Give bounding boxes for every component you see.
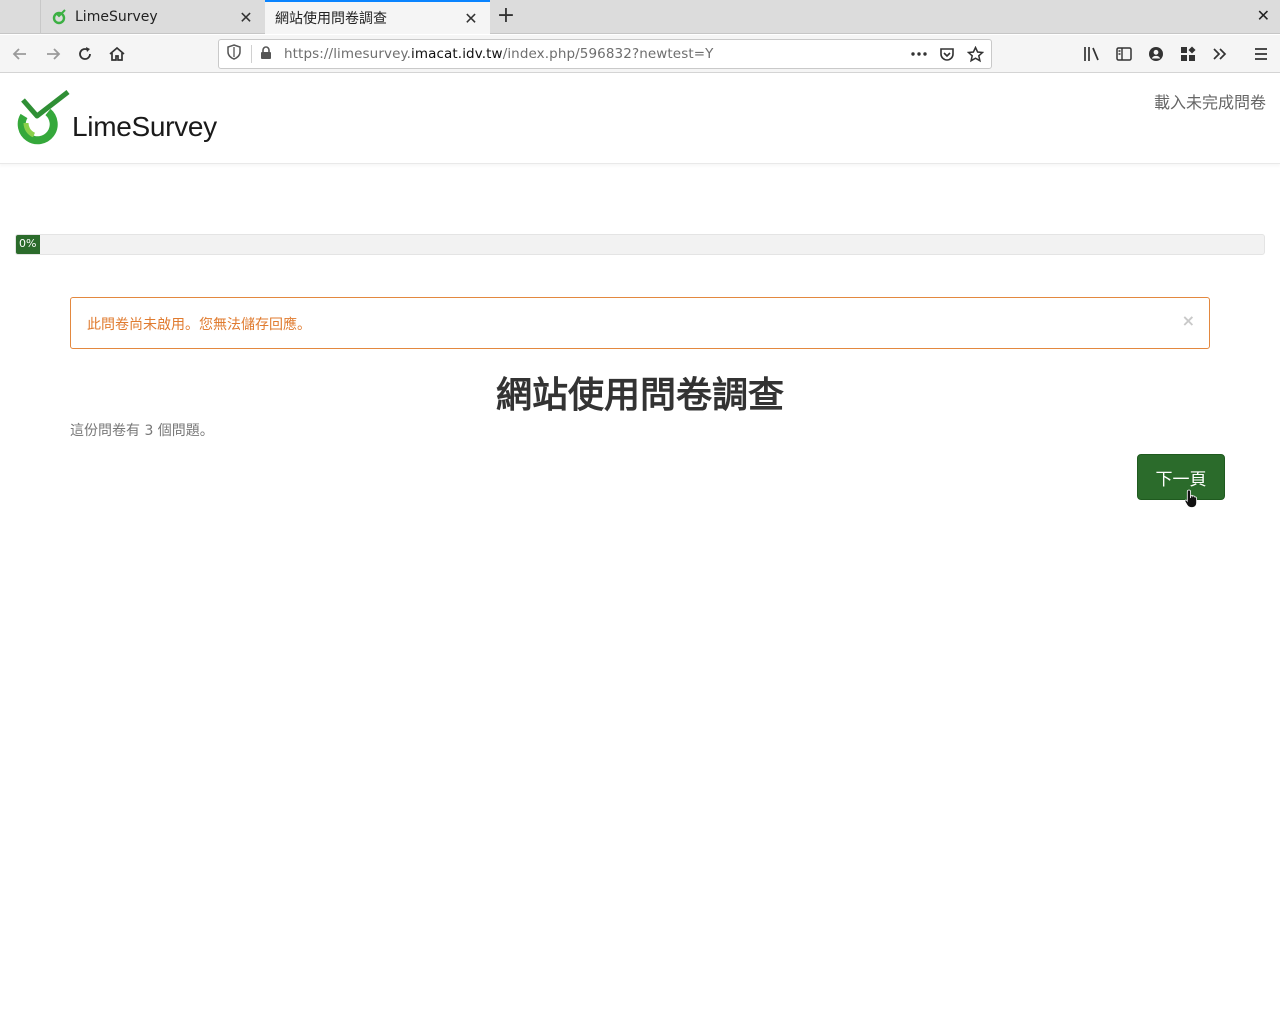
new-tab-icon[interactable]: + <box>494 4 518 28</box>
account-icon[interactable] <box>1145 43 1167 65</box>
sidebar-icon[interactable] <box>1113 43 1135 65</box>
survey-description: 這份問卷有 3 個問題。 <box>70 423 214 439</box>
close-window-icon[interactable]: ✕ <box>1257 6 1270 25</box>
menu-hamburger-icon[interactable] <box>1250 43 1272 65</box>
url-domain: imacat.idv.tw <box>411 46 503 62</box>
page-actions-ellipsis-icon[interactable] <box>909 44 929 64</box>
survey-progress-bar: 0% <box>15 234 1265 255</box>
hand-pointer-cursor-icon <box>1184 489 1197 508</box>
navigation-toolbar: https://limesurvey.imacat.idv.tw/index.p… <box>0 35 1280 73</box>
survey-not-active-alert: 此問卷尚未啟用。您無法儲存回應。 × <box>70 297 1210 349</box>
survey-title: 網站使用問卷調查 <box>495 375 784 416</box>
alert-message: 此問卷尚未啟用。您無法儲存回應。 <box>87 317 311 333</box>
tab-bar: LimeSurvey ✕ 網站使用問卷調查 ✕ + ✕ <box>0 0 1280 34</box>
url-prefix: https://limesurvey. <box>284 46 412 62</box>
url-path: /index.php/596832?newtest=Y <box>502 46 714 62</box>
reload-icon[interactable] <box>71 40 99 68</box>
tracking-protection-shield-icon[interactable] <box>227 44 243 64</box>
close-tab-icon[interactable]: ✕ <box>235 8 257 27</box>
limesurvey-logo-icon <box>17 90 70 145</box>
page-content: LimeSurvey 載入未完成問卷 0% 此問卷尚未啟用。您無法儲存回應。 ×… <box>0 74 1280 1024</box>
lock-icon[interactable] <box>260 45 274 64</box>
alert-close-icon[interactable]: × <box>1182 311 1195 330</box>
close-tab-icon[interactable]: ✕ <box>460 9 482 28</box>
tab-title: 網站使用問卷調查 <box>275 11 387 27</box>
address-bar[interactable]: https://limesurvey.imacat.idv.tw/index.p… <box>218 39 992 69</box>
logo-text: LimeSurvey <box>72 111 217 142</box>
limesurvey-favicon-icon <box>51 9 67 25</box>
limesurvey-logo[interactable]: LimeSurvey <box>14 90 217 150</box>
url-separator <box>251 45 252 63</box>
progress-label: 0% <box>19 237 37 250</box>
tab-survey[interactable]: 網站使用問卷調查 ✕ <box>265 0 490 34</box>
tab-limesurvey[interactable]: LimeSurvey ✕ <box>40 0 265 34</box>
load-unfinished-survey-link[interactable]: 載入未完成問卷 <box>1154 89 1266 113</box>
pocket-icon[interactable] <box>937 44 957 64</box>
bookmark-star-icon[interactable] <box>965 44 985 64</box>
library-icon[interactable] <box>1081 43 1103 65</box>
extensions-icon[interactable] <box>1177 43 1199 65</box>
url-text[interactable]: https://limesurvey.imacat.idv.tw/index.p… <box>284 46 714 62</box>
site-header: LimeSurvey 載入未完成問卷 <box>0 74 1280 164</box>
back-arrow-icon[interactable] <box>6 40 34 68</box>
home-icon[interactable] <box>103 40 131 68</box>
next-page-button[interactable]: 下一頁 <box>1137 454 1225 500</box>
tab-title: LimeSurvey <box>75 9 158 25</box>
overflow-chevron-icon[interactable] <box>1209 43 1231 65</box>
forward-arrow-icon[interactable] <box>39 40 67 68</box>
url-actions <box>909 44 985 64</box>
